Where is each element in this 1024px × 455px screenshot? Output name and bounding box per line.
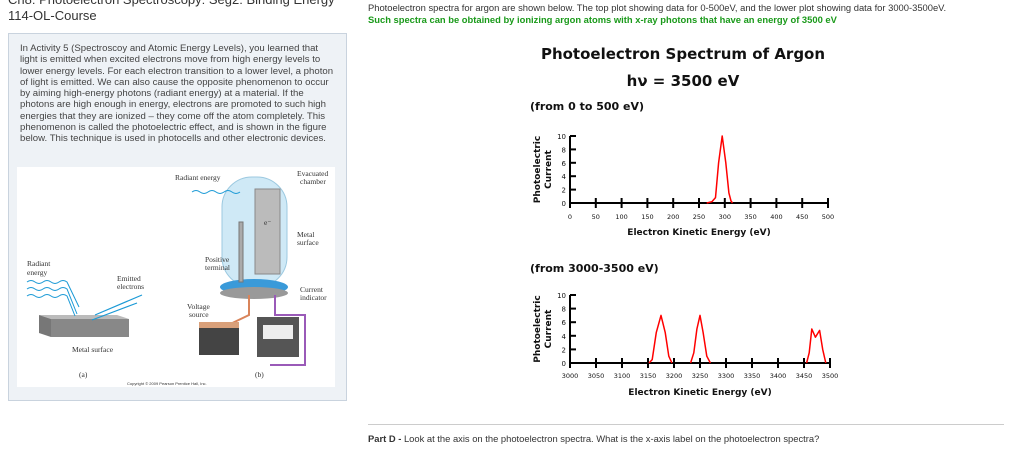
series-line-peak1: [648, 314, 673, 364]
y-axis-label-2: Current: [544, 149, 554, 188]
y-tick-label: 6: [562, 160, 567, 168]
x-tick-label: 50: [592, 213, 600, 221]
label-metal-surface-a: Metal surface: [72, 345, 114, 354]
series-line-peak2: [689, 314, 712, 364]
spectra-intro: Photoelectron spectra for argon are show…: [368, 2, 947, 13]
positive-terminal: [238, 221, 244, 283]
x-tick-label: 3350: [744, 372, 761, 380]
x-tick-label: 3000: [562, 372, 579, 380]
y-tick-label: 0: [562, 200, 566, 208]
part-d-label: Part D -: [368, 433, 402, 444]
y-tick-label: 4: [562, 333, 567, 341]
x-tick-label: 0: [568, 213, 572, 221]
divider: [368, 424, 1004, 425]
part-d-question: Part D - Look at the axis on the photoel…: [368, 433, 819, 444]
course-title-line1: Ch8: Photoelectron Spectroscopy: Seg2: B…: [8, 0, 335, 8]
argon-spectrum-chart: Photoelectron Spectrum of Argon hν = 350…: [530, 45, 838, 398]
x-tick-label: 100: [615, 213, 627, 221]
panel-label: (from 0 to 500 eV): [530, 100, 644, 113]
x-tick-label: 3300: [718, 372, 735, 380]
label-chamber: chamber: [300, 177, 326, 186]
x-tick-label: 3500: [822, 372, 839, 380]
course-title: Ch8: Photoelectron Spectroscopy: Seg2: B…: [8, 0, 335, 24]
y-tick-label: 6: [562, 319, 567, 327]
label-a: (a): [79, 370, 88, 379]
chart-panel-3000-3500: (from 3000-3500 eV) 0 2 4 6 8 10 3000 3050 3100 31…: [530, 262, 838, 398]
x-tick-label: 3400: [770, 372, 787, 380]
radiant-wave-icon: [26, 280, 80, 317]
x-tick-label: 3250: [692, 372, 709, 380]
metal-surface-a: [39, 315, 129, 319]
y-axis-label-1: Photoelectric: [533, 136, 543, 203]
part-d-text: Look at the axis on the photoelectron sp…: [401, 433, 820, 444]
label-terminal: terminal: [205, 263, 230, 272]
x-tick-label: 300: [719, 213, 731, 221]
intro-paragraph: In Activity 5 (Spectroscoy and Atomic En…: [20, 43, 334, 145]
label-electron: e⁻: [264, 218, 271, 227]
x-tick-label: 500: [822, 213, 834, 221]
panel-label: (from 3000-3500 eV): [530, 262, 659, 275]
label-source: source: [189, 310, 209, 319]
y-axis-label-1: Photoelectric: [533, 295, 543, 362]
y-tick-label: 8: [562, 146, 566, 154]
x-tick-label: 3450: [796, 372, 813, 380]
y-tick-label: 2: [562, 346, 566, 354]
metal-surface-b: [254, 188, 281, 275]
y-tick-label: 4: [562, 173, 567, 181]
label-indicator: indicator: [300, 293, 327, 302]
x-tick-label: 3050: [588, 372, 605, 380]
x-tick-label: 150: [641, 213, 653, 221]
chart-panel-0-500: (from 0 to 500 eV)02468100 50 100 150 200 250…: [530, 100, 834, 238]
x-tick-label: 350: [744, 213, 756, 221]
label-radiant-energy-b: Radiant energy: [175, 173, 221, 182]
y-tick-label: 0: [562, 360, 566, 368]
spectra-note: Such spectra can be obtained by ionizing…: [368, 14, 837, 25]
x-tick-label: 450: [796, 213, 808, 221]
series-line-peak3: [805, 328, 827, 364]
y-tick-label: 10: [557, 292, 566, 300]
label-radiant-energy-a: Radiant: [27, 259, 51, 268]
x-tick-label: 200: [667, 213, 679, 221]
voltage-source: [199, 327, 239, 355]
x-tick-label: 400: [770, 213, 782, 221]
series-line-peak: [706, 135, 734, 204]
course-title-line2: 114-OL-Course: [8, 8, 97, 23]
y-tick-label: 10: [557, 133, 566, 141]
y-tick-label: 8: [562, 306, 566, 314]
x-tick-label: 3150: [640, 372, 657, 380]
chart-title: Photoelectron Spectrum of Argon: [541, 45, 825, 63]
x-tick-label: 250: [693, 213, 705, 221]
label-surface: surface: [297, 238, 319, 247]
chart-subtitle: hν = 3500 eV: [627, 72, 740, 90]
x-tick-label: 3200: [666, 372, 683, 380]
photoelectric-effect-diagram: Radiant energy Emitted electrons Metal s…: [17, 167, 335, 387]
y-axis-label-2: Current: [544, 309, 554, 348]
label-b: (b): [255, 370, 264, 379]
copyright: Copyright © 2009 Pearson Prentice Hall, …: [127, 381, 207, 386]
label-radiant-energy-a2: energy: [27, 268, 48, 277]
x-tick-label: 3100: [614, 372, 631, 380]
label-emitted-electrons2: electrons: [117, 282, 144, 291]
y-tick-label: 2: [562, 187, 566, 195]
x-axis-label: Electron Kinetic Energy (eV): [627, 228, 770, 238]
x-axis-label: Electron Kinetic Energy (eV): [628, 388, 771, 398]
